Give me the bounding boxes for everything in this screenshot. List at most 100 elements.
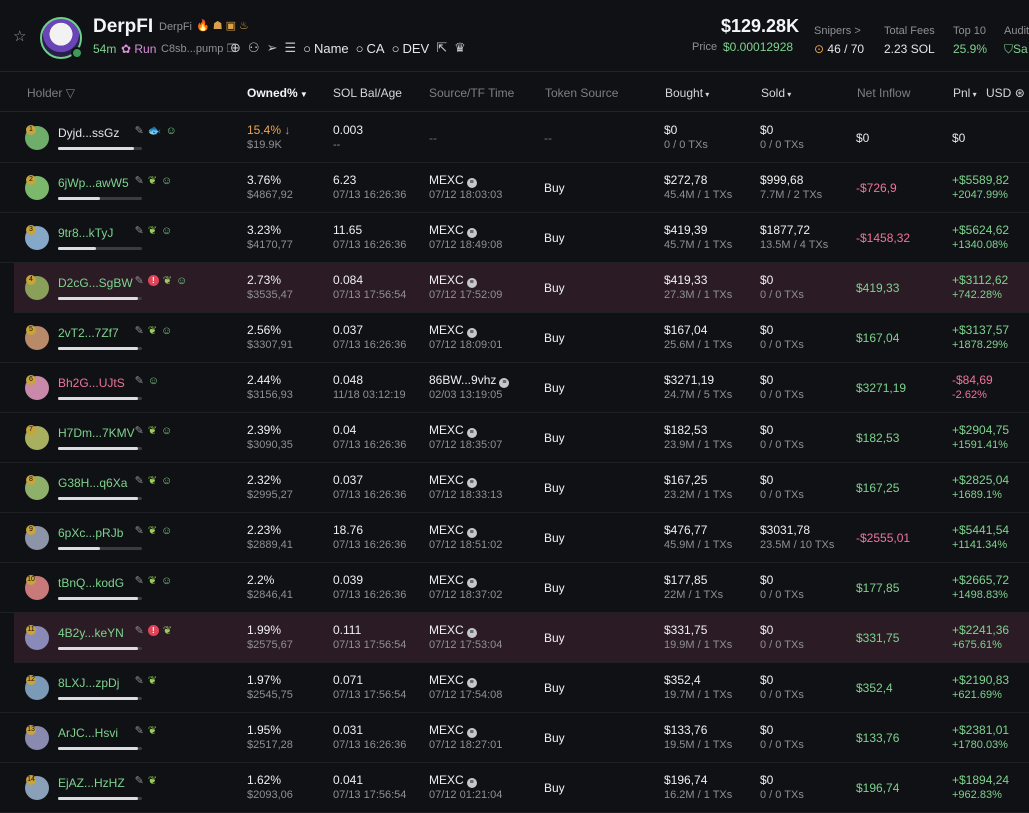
edit-icon[interactable]: ✎ xyxy=(135,624,144,637)
wallet-age: 07/13 16:26:36 xyxy=(333,539,407,551)
holder-tags: ✎ ❦ xyxy=(135,724,157,737)
contract-address[interactable]: C8sb...pump ❐ xyxy=(161,42,236,55)
col-sold[interactable]: Sold ▾ xyxy=(761,86,791,100)
sol-balance: 0.039 xyxy=(333,573,364,587)
bought-txs: 23.9M / 1 TXs xyxy=(664,439,733,451)
globe-icon[interactable]: ⊕ xyxy=(230,40,241,56)
stat-total-fees: Total Fees 2.23 SOL xyxy=(884,25,935,56)
funding-source[interactable]: MEXC ≡ xyxy=(429,223,477,238)
logo-badge-icon xyxy=(71,47,83,59)
holder-address[interactable]: Dyjd...ssGz xyxy=(58,126,119,140)
search-dev-button[interactable]: ○ DEV xyxy=(392,41,430,56)
funding-source[interactable]: MEXC ≡ xyxy=(429,173,477,188)
telegram-icon[interactable]: ➢ xyxy=(267,40,278,56)
edit-icon[interactable]: ✎ xyxy=(135,324,144,337)
table-row[interactable]: 1 Dyjd...ssGz ✎ 🐟 ☺ 15.4% ↓ $19.9K 0.003 -… xyxy=(0,113,1029,163)
favorite-star-icon[interactable]: ☆ xyxy=(13,29,29,45)
col-owned[interactable]: Owned% ▼ xyxy=(247,86,308,100)
edit-icon[interactable]: ✎ xyxy=(135,424,144,437)
funding-source[interactable]: MEXC ≡ xyxy=(429,423,477,438)
holder-address[interactable]: 6pXc...pRJb xyxy=(58,526,123,540)
leaf-icon: ❦ xyxy=(147,575,158,587)
edit-icon[interactable]: ✎ xyxy=(135,674,144,687)
funding-source[interactable]: MEXC ≡ xyxy=(429,573,477,588)
net-inflow: $167,04 xyxy=(856,331,900,345)
holder-address[interactable]: ArJC...Hsvi xyxy=(58,726,118,740)
table-row[interactable]: 8 G38H...q6Xa ✎ ❦ ☺ 2.32% $2995,27 0.037 0… xyxy=(0,463,1029,513)
table-row[interactable]: 5 2vT2...7Zf7 ✎ ❦ ☺ 2.56% $3307,91 0.037 0… xyxy=(0,313,1029,363)
edit-icon[interactable]: ✎ xyxy=(135,374,144,387)
stat-snipers[interactable]: Snipers > ⊙ 46 / 70 xyxy=(814,25,864,56)
owned-value: $3156,93 xyxy=(247,389,293,401)
holder-address[interactable]: Bh2G...UJtS xyxy=(58,376,125,390)
wallet-age: 07/13 16:26:36 xyxy=(333,489,407,501)
table-row[interactable]: 2 6jWp...awW5 ✎ ❦ ☺ 3.76% $4867,92 6.23 07… xyxy=(0,163,1029,213)
funding-source[interactable]: MEXC ≡ xyxy=(429,473,477,488)
edit-icon[interactable]: ✎ xyxy=(135,124,144,137)
funding-source[interactable]: MEXC ≡ xyxy=(429,273,477,288)
funding-source[interactable]: MEXC ≡ xyxy=(429,623,477,638)
holder-address[interactable]: 8LXJ...zpDj xyxy=(58,676,119,690)
funding-source[interactable]: MEXC ≡ xyxy=(429,773,477,788)
edit-icon[interactable]: ✎ xyxy=(135,274,144,287)
funding-source-text: MEXC xyxy=(429,773,464,787)
bought-amount: $3271,19 xyxy=(664,373,715,387)
table-row[interactable]: 12 8LXJ...zpDj ✎ ❦ 1.97% $2545,75 0.071 0… xyxy=(0,663,1029,713)
table-row[interactable]: 11 4B2y...keYN ✎! ❦ 1.99% $2575,67 0.111 … xyxy=(14,613,1029,663)
col-holder[interactable]: Holder ▽ xyxy=(27,86,75,100)
holder-address[interactable]: D2cG...SgBW xyxy=(58,276,133,290)
search-name-button[interactable]: ○ Name xyxy=(303,41,349,56)
edit-icon[interactable]: ✎ xyxy=(135,524,144,537)
holder-address[interactable]: 6jWp...awW5 xyxy=(58,176,129,190)
edit-icon[interactable]: ✎ xyxy=(135,724,144,737)
funding-source[interactable]: MEXC ≡ xyxy=(429,523,477,538)
holder-address[interactable]: EjAZ...HzHZ xyxy=(58,776,125,790)
holder-address[interactable]: 9tr8...kTyJ xyxy=(58,226,113,240)
col-bought[interactable]: Bought ▾ xyxy=(665,86,709,100)
edit-icon[interactable]: ✎ xyxy=(135,574,144,587)
table-row[interactable]: 6 Bh2G...UJtS ✎ ☺ 2.44% $3156,93 0.048 11… xyxy=(0,363,1029,413)
exchange-icon: ≡ xyxy=(466,628,477,638)
holder-address[interactable]: tBnQ...kodG xyxy=(58,576,124,590)
holder-tags: ✎! ❦ xyxy=(135,624,172,637)
edit-icon[interactable]: ✎ xyxy=(135,474,144,487)
funding-time: 07/12 18:37:02 xyxy=(429,589,503,601)
col-sol-bal[interactable]: SOL Bal/Age xyxy=(333,86,402,100)
funding-source[interactable]: 86BW...9vhz ≡ xyxy=(429,373,510,388)
holder-address[interactable]: 2vT2...7Zf7 xyxy=(58,326,119,340)
table-row[interactable]: 10 tBnQ...kodG ✎ ❦ ☺ 2.2% $2846,41 0.039 0… xyxy=(0,563,1029,613)
bought-amount: $331,75 xyxy=(664,623,708,637)
holder-address[interactable]: 4B2y...keYN xyxy=(58,626,124,640)
community-icon[interactable]: ⚇ xyxy=(248,40,260,56)
currency-toggle[interactable]: USD ⊛ xyxy=(986,86,1025,100)
holder-address[interactable]: H7Dm...7KMV xyxy=(58,426,135,440)
stat-top10: Top 10 25.9% xyxy=(953,25,987,56)
table-row[interactable]: 14 EjAZ...HzHZ ✎ ❦ 1.62% $2093,06 0.041 0… xyxy=(0,763,1029,813)
funding-source[interactable]: MEXC ≡ xyxy=(429,673,477,688)
crown-icon[interactable]: ♛ xyxy=(454,40,466,56)
col-pnl[interactable]: Pnl ▾ xyxy=(953,86,977,100)
table-row[interactable]: 4 D2cG...SgBW ✎! ❦ ☺ 2.73% $3535,47 0.084 … xyxy=(14,263,1029,313)
table-row[interactable]: 7 H7Dm...7KMV ✎ ❦ ☺ 2.39% $3090,35 0.04 07… xyxy=(0,413,1029,463)
funding-source[interactable]: MEXC ≡ xyxy=(429,323,477,338)
search-ca-button[interactable]: ○ CA xyxy=(356,41,385,56)
filter-icon[interactable]: ▽ xyxy=(62,86,75,100)
sold-amount: $1877,72 xyxy=(760,223,811,237)
list-icon[interactable]: ☰ xyxy=(284,40,296,56)
sol-balance: 0.111 xyxy=(333,623,362,637)
edit-icon[interactable]: ✎ xyxy=(135,774,144,787)
share-icon[interactable]: ⇱ xyxy=(436,40,447,56)
holder-tags: ✎ ❦ ☺ xyxy=(135,524,173,538)
holder-share-bar xyxy=(58,247,142,250)
edit-icon[interactable]: ✎ xyxy=(135,224,144,237)
edit-icon[interactable]: ✎ xyxy=(135,174,144,187)
owned-percent-text: 2.56% xyxy=(247,323,282,337)
funding-source[interactable]: MEXC ≡ xyxy=(429,723,477,738)
table-row[interactable]: 3 9tr8...kTyJ ✎ ❦ ☺ 3.23% $4170,77 11.65 0… xyxy=(0,213,1029,263)
holder-share-bar xyxy=(58,747,142,750)
net-inflow: $331,75 xyxy=(856,631,900,645)
holder-address[interactable]: G38H...q6Xa xyxy=(58,476,127,490)
bought-amount: $133,76 xyxy=(664,723,708,737)
table-row[interactable]: 13 ArJC...Hsvi ✎ ❦ 1.95% $2517,28 0.031 0… xyxy=(0,713,1029,763)
table-row[interactable]: 9 6pXc...pRJb ✎ ❦ ☺ 2.23% $2889,41 18.76 0… xyxy=(0,513,1029,563)
